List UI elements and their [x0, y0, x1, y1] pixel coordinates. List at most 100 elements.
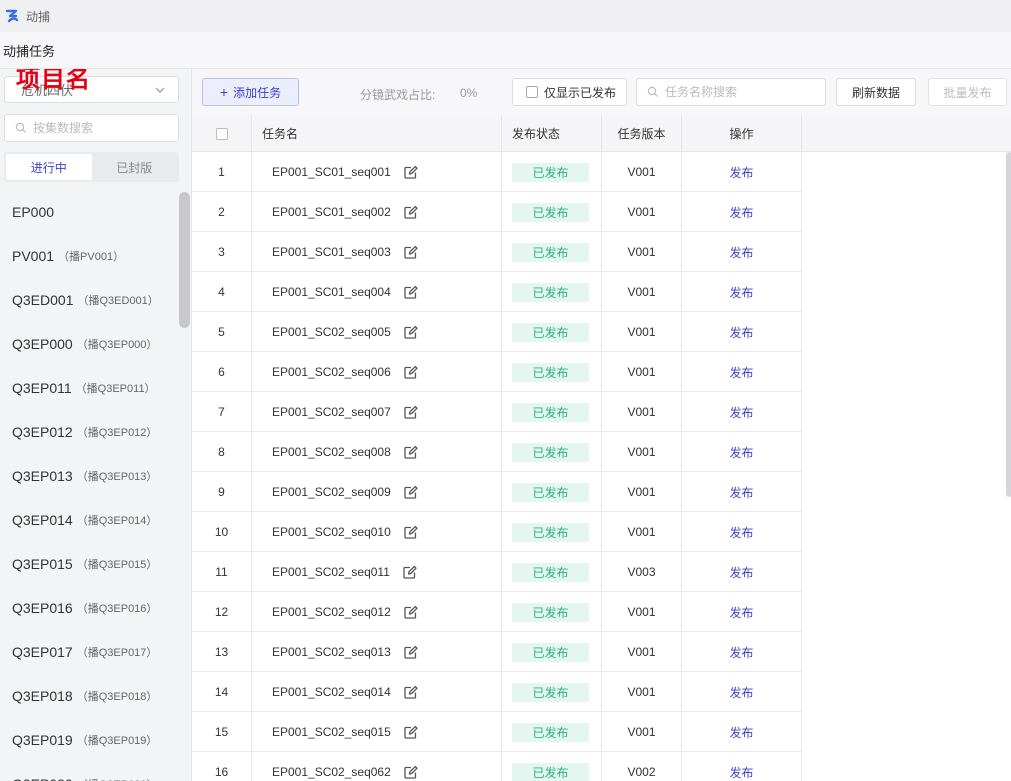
task-name-cell: EP001_SC02_seq015 — [252, 712, 502, 752]
action-cell: 发布 — [682, 472, 802, 512]
select-all-checkbox[interactable] — [215, 127, 228, 140]
publish-link[interactable]: 发布 — [729, 364, 753, 381]
search-icon — [15, 122, 26, 133]
edit-icon[interactable] — [403, 245, 418, 260]
task-version: V001 — [627, 325, 656, 339]
edit-icon[interactable] — [403, 445, 418, 460]
publish-link[interactable]: 发布 — [729, 164, 753, 181]
edit-icon[interactable] — [403, 525, 418, 540]
sidebar-scrollbar[interactable] — [179, 192, 190, 328]
publish-status-cell: 已发布 — [502, 472, 602, 512]
row-index-cell: 15 — [192, 712, 252, 752]
edit-icon[interactable] — [403, 365, 418, 380]
edit-icon[interactable] — [402, 565, 417, 580]
edit-icon[interactable] — [403, 205, 418, 220]
episode-item[interactable]: Q3EP012 （播Q3EP012） — [0, 410, 180, 454]
edit-icon[interactable] — [403, 725, 418, 740]
row-index-cell: 9 — [192, 472, 252, 512]
episode-search-input[interactable] — [33, 121, 173, 135]
episode-item[interactable]: Q3EP015 （播Q3EP015） — [0, 542, 180, 586]
row-index-cell: 6 — [192, 352, 252, 392]
table-row: 8 EP001_SC02_seq008 已发布 V001 发布 — [192, 432, 802, 472]
edit-icon[interactable] — [403, 685, 418, 700]
episode-item[interactable]: Q3EP013 （播Q3EP013） — [0, 454, 180, 498]
episode-item[interactable]: PV001 （播PV001） — [0, 234, 180, 278]
action-cell: 发布 — [682, 632, 802, 672]
task-table: 任务名 发布状态 任务版本 操作 1 EP001_SC01_seq001 已发布 V0… — [192, 115, 1011, 781]
publish-link[interactable]: 发布 — [729, 724, 753, 741]
batch-publish-button[interactable]: 批量发布 — [928, 78, 1007, 106]
publish-link[interactable]: 发布 — [729, 284, 753, 301]
only-published-checkbox[interactable] — [526, 86, 538, 98]
publish-link[interactable]: 发布 — [729, 524, 753, 541]
episode-item[interactable]: Q3EP020 （播Q3EP020） — [0, 762, 180, 781]
episode-item[interactable]: Q3EP014 （播Q3EP014） — [0, 498, 180, 542]
edit-icon[interactable] — [403, 485, 418, 500]
publish-link[interactable]: 发布 — [729, 604, 753, 621]
status-badge: 已发布 — [512, 722, 589, 742]
publish-link[interactable]: 发布 — [729, 244, 753, 261]
episode-name: Q3EP016 — [12, 600, 73, 616]
edit-icon[interactable] — [403, 405, 418, 420]
publish-status-cell: 已发布 — [502, 152, 602, 192]
edit-icon[interactable] — [403, 325, 418, 340]
episode-item[interactable]: Q3EP018 （播Q3EP018） — [0, 674, 180, 718]
episode-item[interactable]: Q3EP000 （播Q3EP000） — [0, 322, 180, 366]
action-cell: 发布 — [682, 232, 802, 272]
edit-icon[interactable] — [403, 645, 418, 660]
action-cell: 发布 — [682, 152, 802, 192]
edit-icon[interactable] — [403, 605, 418, 620]
table-row: 2 EP001_SC01_seq002 已发布 V001 发布 — [192, 192, 802, 232]
publish-link[interactable]: 发布 — [729, 444, 753, 461]
episode-item[interactable]: Q3EP019 （播Q3EP019） — [0, 718, 180, 762]
row-index: 9 — [218, 485, 225, 499]
episode-item[interactable]: Q3EP016 （播Q3EP016） — [0, 586, 180, 630]
task-version: V001 — [627, 285, 656, 299]
add-task-button[interactable]: + 添加任务 — [202, 78, 299, 106]
row-index-cell: 11 — [192, 552, 252, 592]
table-scrollbar[interactable] — [1006, 152, 1011, 497]
episode-name: Q3EP011 — [12, 380, 72, 396]
refresh-button[interactable]: 刷新数据 — [836, 78, 916, 106]
publish-status-cell: 已发布 — [502, 312, 602, 352]
publish-link[interactable]: 发布 — [729, 564, 753, 581]
publish-link[interactable]: 发布 — [729, 324, 753, 341]
row-index: 4 — [218, 285, 225, 299]
episode-item[interactable]: EP000 — [0, 190, 180, 234]
episode-item[interactable]: Q3EP017 （播Q3EP017） — [0, 630, 180, 674]
publish-link[interactable]: 发布 — [729, 204, 753, 221]
tab-sealed[interactable]: 已封版 — [92, 154, 178, 180]
only-published-toggle[interactable]: 仅显示已发布 — [512, 78, 627, 106]
task-name: EP001_SC02_seq013 — [272, 645, 391, 659]
publish-link[interactable]: 发布 — [729, 644, 753, 661]
status-badge: 已发布 — [512, 362, 589, 382]
row-index: 8 — [218, 445, 225, 459]
action-ratio-value: 0% — [460, 86, 478, 100]
row-index: 2 — [218, 205, 225, 219]
publish-link[interactable]: 发布 — [729, 764, 753, 781]
table-row: 15 EP001_SC02_seq015 已发布 V001 发布 — [192, 712, 802, 752]
action-cell: 发布 — [682, 512, 802, 552]
status-badge: 已发布 — [512, 202, 589, 222]
episode-search[interactable] — [4, 114, 179, 142]
publish-status-cell: 已发布 — [502, 592, 602, 632]
task-name-cell: EP001_SC02_seq014 — [252, 672, 502, 712]
publish-link[interactable]: 发布 — [729, 684, 753, 701]
task-search[interactable] — [636, 78, 826, 106]
edit-icon[interactable] — [403, 765, 418, 780]
episode-name: Q3EP012 — [12, 424, 73, 440]
publish-link[interactable]: 发布 — [729, 404, 753, 421]
episode-item[interactable]: Q3ED001 （播Q3ED001） — [0, 278, 180, 322]
edit-icon[interactable] — [403, 165, 418, 180]
task-version-cell: V001 — [602, 512, 682, 552]
task-search-input[interactable] — [665, 85, 815, 99]
task-version-cell: V001 — [602, 632, 682, 672]
action-cell: 发布 — [682, 352, 802, 392]
episode-name: Q3EP000 — [12, 336, 73, 352]
edit-icon[interactable] — [403, 285, 418, 300]
episode-name: PV001 — [12, 248, 55, 264]
publish-link[interactable]: 发布 — [729, 484, 753, 501]
tab-in-progress[interactable]: 进行中 — [6, 154, 92, 180]
episode-item[interactable]: Q3EP011 （播Q3EP011） — [0, 366, 180, 410]
task-version-cell: V001 — [602, 712, 682, 752]
